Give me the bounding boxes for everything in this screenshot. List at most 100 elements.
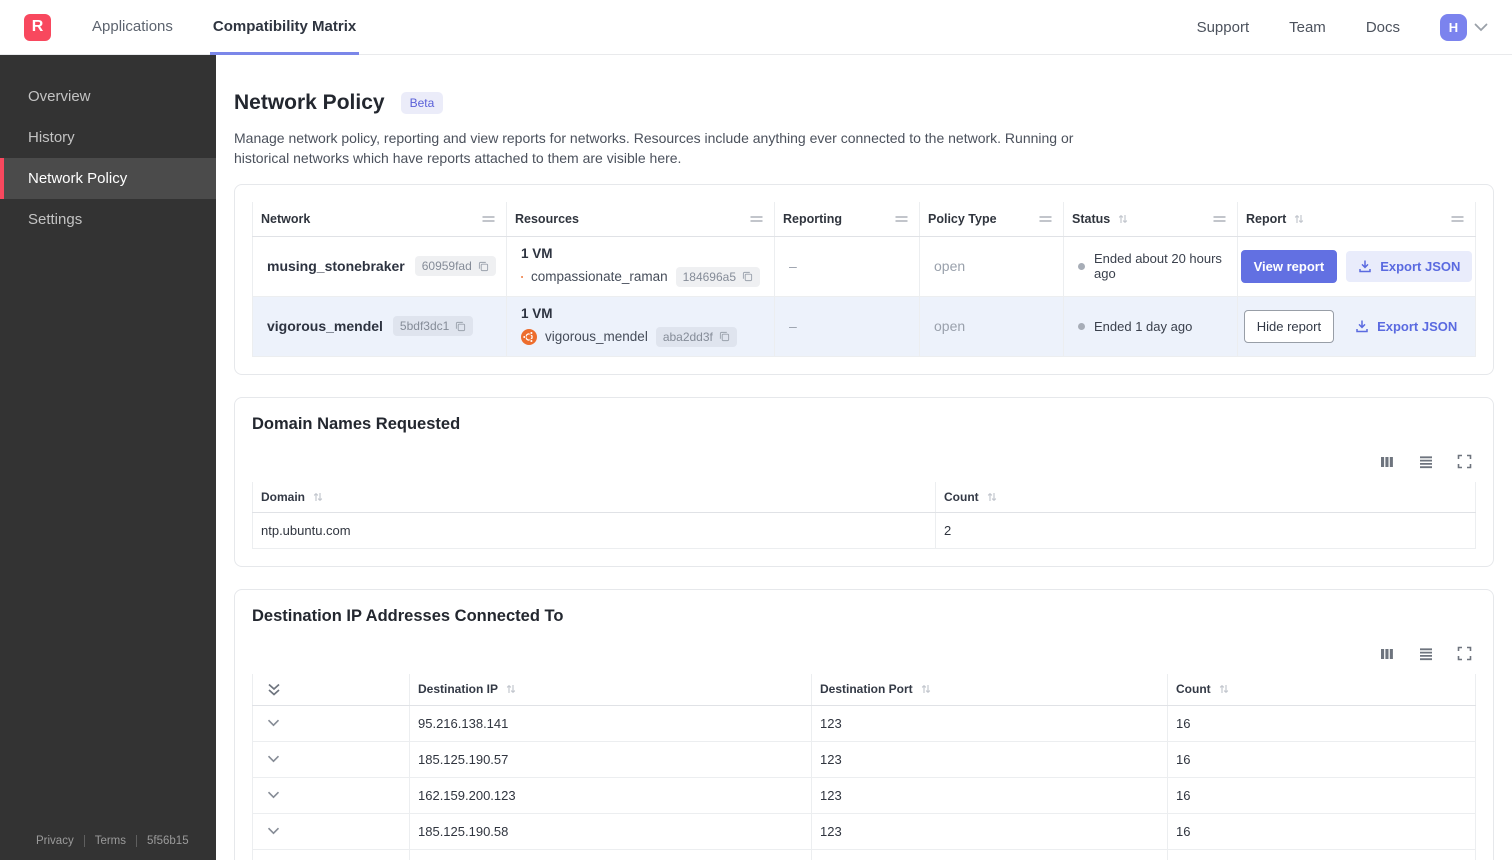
destination-ip-value: 95.216.138.141: [410, 705, 812, 741]
columns-icon[interactable]: [1379, 454, 1395, 470]
column-header-network[interactable]: Network: [252, 201, 507, 236]
double-chevron-down-icon[interactable]: [267, 682, 281, 697]
count-value: 16: [1168, 705, 1476, 741]
sort-icon[interactable]: [505, 683, 517, 695]
status-text: Ended about 20 hours ago: [1094, 251, 1222, 282]
footer-link-privacy[interactable]: Privacy: [36, 835, 74, 847]
build-version: 5f56b15: [147, 835, 189, 847]
resource-count: 1 VM: [521, 305, 553, 321]
column-header-count[interactable]: Count: [936, 481, 1476, 512]
column-header-count[interactable]: Count: [1168, 673, 1476, 705]
chevron-down-icon[interactable]: [267, 827, 280, 835]
destination-ip-value: 185.125.190.57: [410, 741, 812, 777]
expand-all-column-header: [252, 673, 410, 705]
destination-port-value: 123: [812, 741, 1168, 777]
copy-icon[interactable]: [455, 321, 466, 332]
chevron-down-icon[interactable]: [267, 755, 280, 763]
download-icon: [1356, 320, 1368, 333]
fullscreen-icon[interactable]: [1457, 646, 1472, 661]
domains-table-header: Domain Count: [252, 481, 1476, 513]
network-id-badge: 60959fad: [414, 256, 496, 277]
column-menu-icon[interactable]: [1038, 215, 1053, 223]
row-density-icon[interactable]: [1418, 454, 1434, 470]
resource-name: vigorous_mendel: [545, 329, 648, 345]
chevron-down-icon[interactable]: [267, 719, 280, 727]
copy-icon[interactable]: [478, 261, 489, 272]
export-json-button[interactable]: Export JSON: [1346, 250, 1473, 282]
sidebar-item-settings[interactable]: Settings: [0, 199, 216, 240]
beta-badge: Beta: [400, 92, 444, 114]
column-menu-icon[interactable]: [894, 215, 909, 223]
sort-icon[interactable]: [986, 491, 998, 503]
domain-names-card: Domain Names Requested Domain Count ntp.…: [234, 396, 1494, 567]
nav-link-docs[interactable]: Docs: [1366, 19, 1400, 36]
avatar-letter: H: [1448, 19, 1459, 35]
fullscreen-icon[interactable]: [1457, 454, 1472, 469]
column-menu-icon[interactable]: [1450, 215, 1465, 223]
chevron-down-icon[interactable]: [267, 791, 280, 799]
column-header-destination-ip[interactable]: Destination IP: [410, 673, 812, 705]
sidebar-item-network-policy[interactable]: Network Policy: [0, 158, 216, 199]
column-menu-icon[interactable]: [481, 215, 496, 223]
network-id-badge: 5bdf3dc1: [392, 316, 474, 337]
status-dot: [1078, 262, 1085, 270]
view-report-button[interactable]: View report: [1240, 249, 1338, 283]
column-header-report[interactable]: Report: [1238, 201, 1476, 236]
sidebar-item-overview[interactable]: Overview: [0, 76, 216, 117]
export-json-button[interactable]: Export JSON: [1343, 311, 1469, 342]
destination-row: 185.125.190.58 123 16: [252, 813, 1476, 850]
tab-compatibility-matrix[interactable]: Compatibility Matrix: [209, 0, 360, 55]
copy-icon[interactable]: [742, 271, 753, 282]
card-title: Domain Names Requested: [252, 414, 461, 433]
status-text: Ended 1 day ago: [1094, 318, 1193, 334]
account-menu[interactable]: H: [1440, 13, 1488, 41]
destinations-table-header: Destination IP Destination Port Count: [252, 673, 1476, 706]
sidebar-item-history[interactable]: History: [0, 117, 216, 158]
policy-type-value: open: [934, 258, 966, 275]
sidebar-footer: Privacy Terms 5f56b15: [0, 835, 216, 860]
destination-ip-value: 162.159.200.123: [410, 777, 812, 813]
destination-port-value: 123: [812, 777, 1168, 813]
hide-report-button[interactable]: Hide report: [1243, 309, 1335, 343]
column-menu-icon[interactable]: [749, 215, 764, 223]
row-density-icon[interactable]: [1418, 646, 1434, 662]
destination-port-value: 123: [812, 813, 1168, 849]
networks-card: Network Resources Reporting Policy Type …: [234, 183, 1494, 375]
sort-icon[interactable]: [1293, 213, 1305, 225]
footer-link-terms[interactable]: Terms: [95, 835, 126, 847]
card-title: Destination IP Addresses Connected To: [252, 606, 564, 625]
tab-applications[interactable]: Applications: [89, 0, 176, 55]
avatar: H: [1440, 13, 1467, 41]
chevron-down-icon: [1474, 23, 1488, 32]
destination-ips-card: Destination IP Addresses Connected To De…: [234, 588, 1494, 860]
count-value: 16: [1168, 777, 1476, 813]
column-header-reporting[interactable]: Reporting: [775, 201, 920, 236]
footer-separator: [136, 835, 138, 847]
networks-table-header: Network Resources Reporting Policy Type …: [252, 201, 1476, 237]
column-menu-icon[interactable]: [1212, 215, 1227, 223]
policy-type-value: open: [934, 318, 966, 335]
count-value: 16: [1168, 741, 1476, 777]
nav-link-team[interactable]: Team: [1289, 19, 1326, 36]
count-value: 16: [1168, 813, 1476, 849]
page-description: Manage network policy, reporting and vie…: [234, 130, 1074, 167]
column-header-domain[interactable]: Domain: [252, 481, 936, 512]
top-navigation: R Applications Compatibility Matrix Supp…: [0, 0, 1512, 55]
column-header-policy-type[interactable]: Policy Type: [920, 201, 1064, 236]
column-header-status[interactable]: Status: [1064, 201, 1238, 236]
sort-icon[interactable]: [312, 491, 324, 503]
sort-icon[interactable]: [1117, 213, 1129, 225]
network-row: vigorous_mendel 5bdf3dc1 1 VM vigorous_m…: [252, 296, 1476, 357]
footer-separator: [83, 835, 85, 847]
sort-icon[interactable]: [1218, 683, 1230, 695]
app-logo[interactable]: R: [24, 13, 51, 41]
nav-link-support[interactable]: Support: [1197, 19, 1250, 36]
destination-ip-value: 95.216.100.21: [410, 849, 812, 860]
download-icon: [1359, 260, 1371, 273]
column-header-destination-port[interactable]: Destination Port: [812, 673, 1168, 705]
domain-row: ntp.ubuntu.com 2: [252, 512, 1476, 549]
column-header-resources[interactable]: Resources: [507, 201, 775, 236]
copy-icon[interactable]: [719, 331, 730, 342]
columns-icon[interactable]: [1379, 646, 1395, 662]
sort-icon[interactable]: [920, 683, 932, 695]
